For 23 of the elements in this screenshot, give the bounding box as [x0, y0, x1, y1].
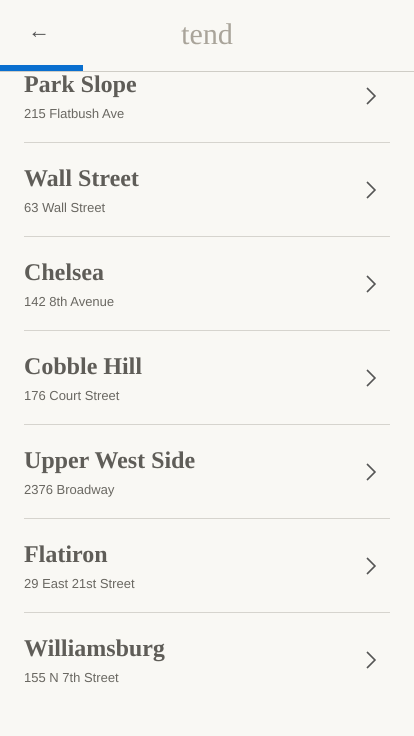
location-name: Flatiron — [24, 540, 109, 570]
location-name: Park Slope — [24, 72, 138, 100]
location-address: 155 N 7th Street — [24, 669, 120, 688]
location-address: 176 Court Street — [24, 386, 120, 405]
chevron-icon[interactable] — [366, 368, 376, 386]
chevron-icon[interactable] — [366, 462, 376, 480]
location-address: 63 Wall Street — [24, 198, 106, 217]
chevron-icon[interactable] — [366, 651, 376, 669]
location-address: 142 8th Avenue — [24, 292, 116, 311]
location-name: Wall Street — [24, 164, 140, 194]
location-name: Williamsburg — [24, 635, 166, 664]
location-name: Upper West Side — [24, 446, 196, 476]
location-name: Cobble Hill — [24, 352, 144, 382]
back-button[interactable]: ← — [28, 20, 50, 42]
location-address: 29 East 21st Street — [24, 574, 136, 593]
chevron-icon[interactable] — [366, 274, 376, 292]
logo: tend — [181, 20, 233, 50]
chevron-icon[interactable] — [366, 86, 376, 104]
chevron-icon[interactable] — [366, 180, 376, 198]
chevron-icon[interactable] — [366, 556, 376, 574]
location-name: Chelsea — [24, 258, 105, 288]
location-address: 2376 Broadway — [24, 480, 116, 499]
location-address: 215 Flatbush Ave — [24, 104, 126, 123]
